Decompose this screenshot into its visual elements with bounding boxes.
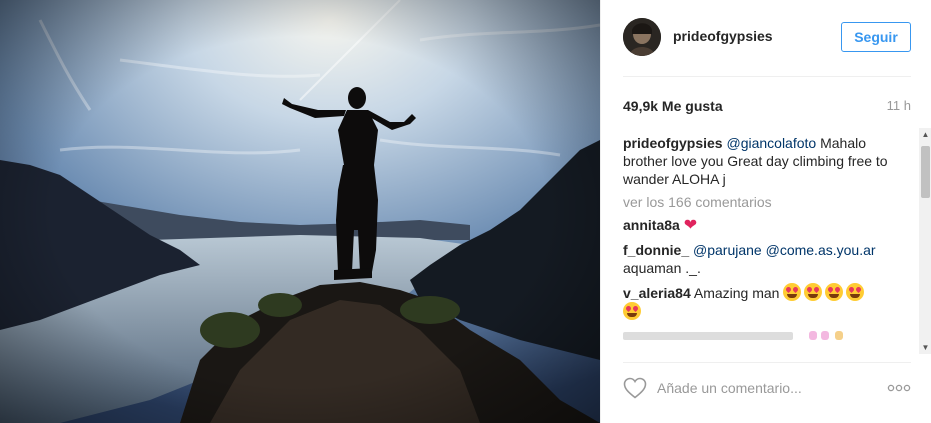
time-ago[interactable]: 11 h (887, 98, 911, 113)
ellipsis-icon[interactable] (887, 382, 911, 394)
comment-mention[interactable]: @parujane (693, 242, 762, 258)
username-link[interactable]: prideofgypsies (673, 28, 773, 44)
post-header: prideofgypsies Seguir (601, 0, 931, 76)
comment-text: aquaman ._. (623, 260, 701, 276)
likes-count[interactable]: 49,9k Me gusta (623, 98, 723, 114)
post-image (0, 0, 600, 423)
comment-item: v_aleria84 Amazing man (623, 283, 913, 321)
divider (623, 76, 911, 77)
comment-username[interactable]: v_aleria84 (623, 285, 691, 301)
caption: prideofgypsies @giancolafoto Mahalo brot… (623, 134, 913, 188)
comment-item: f_donnie_ @parujane @come.as.you.ar aqua… (623, 241, 913, 277)
likes-row: 49,9k Me gusta 11 h (623, 96, 911, 116)
divider (623, 362, 911, 363)
comments-scrollbar[interactable]: ▲ ▼ (919, 128, 931, 354)
caption-username[interactable]: prideofgypsies (623, 135, 723, 151)
red-heart-emoji: ❤ (683, 217, 698, 234)
heart-eyes-emoji (825, 283, 844, 301)
heart-outline-icon[interactable] (623, 377, 647, 399)
comment-username[interactable]: annita8a (623, 217, 680, 233)
heart-eyes-emoji (804, 283, 823, 301)
post-panel: prideofgypsies Seguir 49,9k Me gusta 11 … (600, 0, 931, 423)
avatar[interactable] (623, 18, 661, 56)
comment-item: annita8a ❤ (623, 216, 913, 235)
comments-list[interactable]: prideofgypsies @giancolafoto Mahalo brot… (623, 126, 919, 354)
add-comment-input[interactable] (657, 376, 867, 400)
view-all-comments-link[interactable]: ver los 166 comentarios (623, 194, 913, 210)
caption-mention[interactable]: @giancolafoto (726, 135, 816, 151)
heart-eyes-emoji (846, 283, 865, 301)
post-photo[interactable] (0, 0, 600, 423)
triangle-down-icon[interactable]: ▼ (921, 343, 930, 352)
follow-button[interactable]: Seguir (841, 22, 911, 52)
heart-eyes-emoji (783, 283, 802, 301)
partial-comment-fade (623, 328, 883, 344)
scrollbar-thumb[interactable] (921, 146, 930, 198)
comment-item-partial (623, 327, 913, 345)
comment-mention[interactable]: @come.as.you.ar (766, 242, 876, 258)
comment-username[interactable]: f_donnie_ (623, 242, 689, 258)
heart-eyes-emoji (623, 302, 641, 320)
triangle-up-icon[interactable]: ▲ (921, 130, 930, 139)
comment-text: Amazing man (690, 285, 780, 301)
comment-footer (623, 372, 911, 404)
